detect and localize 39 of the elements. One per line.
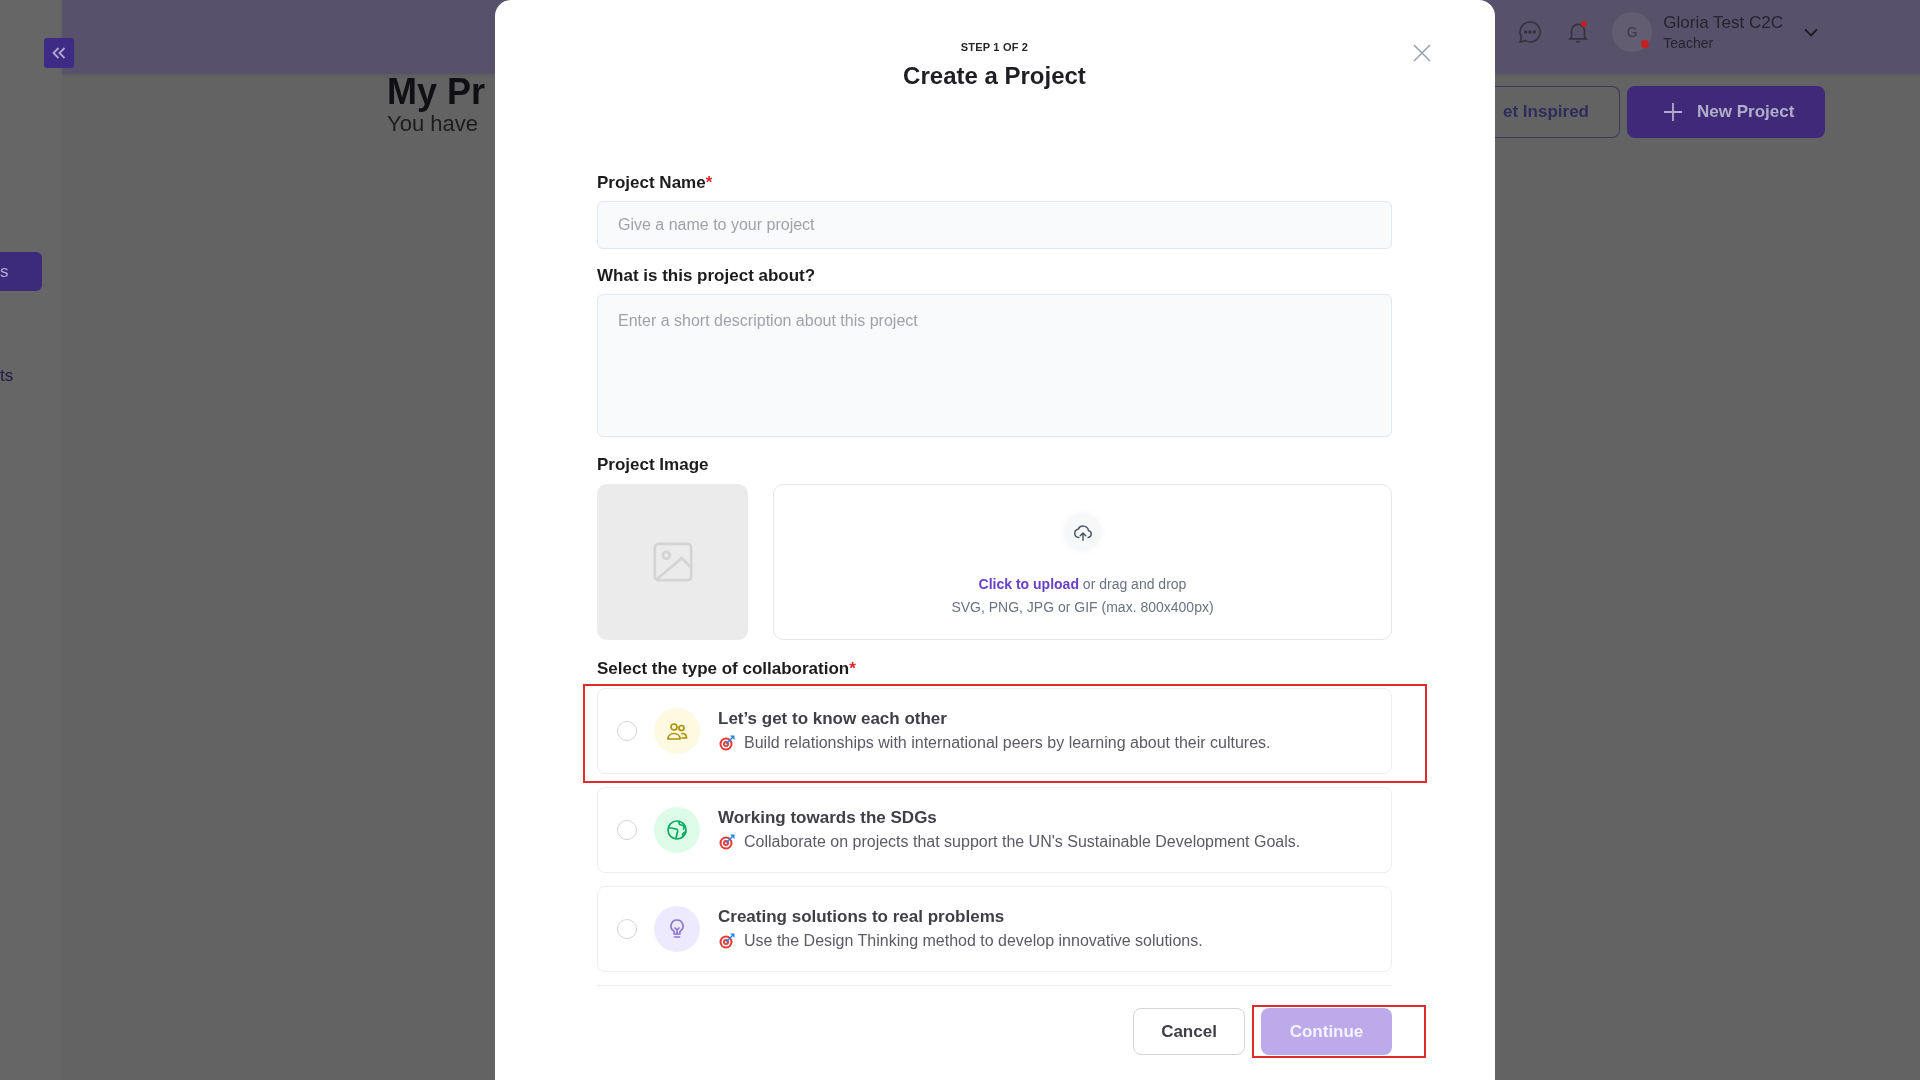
- user-name: Gloria Test C2C: [1663, 12, 1783, 33]
- radio-button[interactable]: [617, 919, 637, 939]
- option-title: Working towards the SDGs: [718, 807, 938, 829]
- close-icon: [1412, 43, 1432, 63]
- sidebar-item[interactable]: s: [0, 252, 42, 291]
- collaboration-option[interactable]: Let’s get to know each other Build relationships with international peers by learning about their cultures.: [597, 688, 1392, 774]
- option-title: Let’s get to know each other: [718, 708, 948, 730]
- target-icon: [719, 933, 735, 949]
- option-description: Use the Design Thinking method to develop innovative solutions.: [744, 931, 1203, 951]
- cancel-button[interactable]: Cancel: [1133, 1008, 1245, 1055]
- collaboration-option[interactable]: Creating solutions to real problems Use the Design Thinking method to develop innovative solutions.: [597, 886, 1392, 972]
- dialog-title: Create a Project: [903, 61, 1086, 91]
- field-label: Project Image: [597, 454, 709, 476]
- text-input-field[interactable]: Give a name to your project: [597, 201, 1392, 249]
- option-title: Creating solutions to real problems: [718, 906, 1006, 928]
- text-area-field[interactable]: Enter a short description about this project: [597, 294, 1392, 437]
- close-button[interactable]: [1412, 43, 1432, 63]
- step-indicator: STEP 1 OF 2: [960, 40, 1029, 54]
- option-description: Collaborate on projects that support the UN's Sustainable Development Goals.: [744, 832, 1301, 852]
- radio-button[interactable]: [617, 721, 637, 741]
- file-format-hint: SVG, PNG, JPG or GIF (max. 800x400px): [951, 598, 1214, 617]
- chat-bubble-icon[interactable]: [1517, 19, 1544, 45]
- upload-dropzone[interactable]: Click to upload or drag and drop SVG, PNG, JPG or GIF (max. 800x400px): [773, 484, 1392, 640]
- field-label: Select the type of collaboration*: [597, 658, 856, 680]
- radio-button[interactable]: [617, 820, 637, 840]
- upload-hint: Click to upload or drag and drop: [978, 575, 1187, 594]
- collapse-sidebar-button[interactable]: [44, 38, 74, 68]
- collaboration-option[interactable]: Working towards the SDGs Collaborate on projects that support the UN's Sustainable Development Goals.: [597, 787, 1392, 873]
- page-subtitle: You have: [387, 111, 479, 138]
- upload-link[interactable]: Click to upload: [978, 576, 1079, 592]
- plus-icon: [1663, 102, 1683, 122]
- field-label: Project Name*: [597, 172, 713, 194]
- user-role: Teacher: [1663, 34, 1715, 52]
- target-icon: [719, 735, 735, 751]
- option-description: Build relationships with international peers by learning about their cultures.: [744, 733, 1271, 753]
- new-project-button[interactable]: New Project: [1627, 86, 1825, 138]
- field-label: What is this project about?: [597, 265, 816, 287]
- page-title: My Pr: [387, 74, 486, 110]
- target-icon: [719, 834, 735, 850]
